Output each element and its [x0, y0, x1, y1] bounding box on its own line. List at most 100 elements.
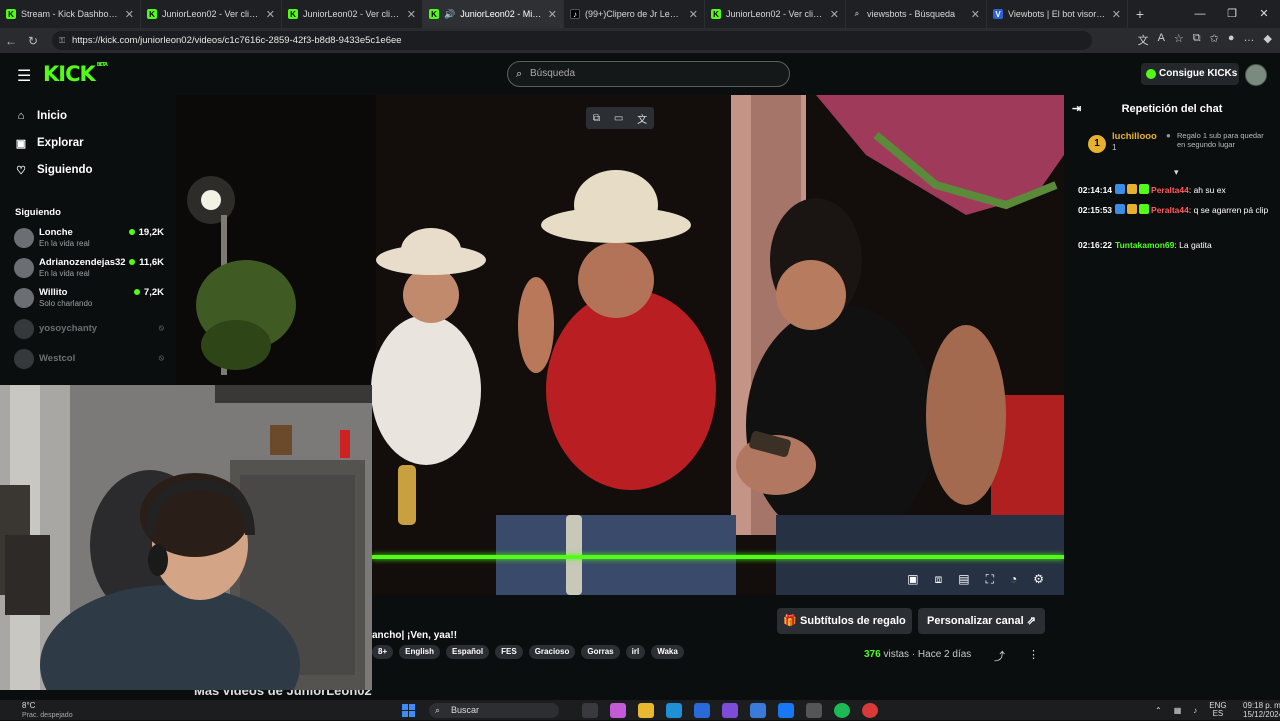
- tag[interactable]: Español: [446, 645, 490, 659]
- leaderboard-message: Regalo 1 sub para quedar en segundo luga…: [1166, 131, 1274, 149]
- kick-favicon-icon: K: [429, 9, 439, 19]
- microphone-icon[interactable]: ♪: [1193, 706, 1197, 715]
- kick-logo[interactable]: KICK BETA: [43, 62, 108, 86]
- task-view-icon[interactable]: [582, 703, 598, 718]
- url-field[interactable]: ⚿ https://kick.com/juniorleon02/videos/c1…: [52, 31, 1092, 50]
- user-avatar[interactable]: [1245, 64, 1267, 86]
- language-indicator[interactable]: ENG ES: [1209, 702, 1226, 718]
- following-channel-offline[interactable]: yosoychanty ⦸: [14, 316, 164, 342]
- mail-icon[interactable]: [750, 703, 766, 718]
- collapse-chat-icon[interactable]: ⇥: [1072, 95, 1081, 123]
- settings-app-icon[interactable]: [806, 703, 822, 718]
- search-favicon-icon: ⌕: [854, 9, 860, 18]
- favorites-icon[interactable]: ✩: [1210, 32, 1219, 48]
- close-tab-icon[interactable]: ✕: [830, 8, 839, 21]
- facebook-icon[interactable]: [778, 703, 794, 718]
- system-tray: ⌃ ▦ ♪ ENG ES: [1155, 702, 1227, 718]
- file-explorer-icon[interactable]: [638, 703, 654, 718]
- fullscreen-icon[interactable]: ⛶: [986, 572, 994, 587]
- copilot-app-icon[interactable]: [610, 703, 626, 718]
- player-controls: ▣ ⧈ ▤ ⛶ ◔ ⚙: [907, 572, 1044, 587]
- playback-speed-icon[interactable]: ◔: [1010, 572, 1017, 587]
- tag[interactable]: Gorras: [581, 645, 620, 659]
- close-tab-icon[interactable]: ✕: [266, 8, 275, 21]
- pip-icon[interactable]: ⧉: [593, 113, 600, 124]
- window-controls: — ❐ ✕: [1184, 0, 1280, 28]
- minimize-icon[interactable]: —: [1184, 0, 1216, 28]
- extensions-icon[interactable]: ⧉: [1193, 32, 1201, 48]
- browser-tab[interactable]: ♪(99+)Clipero de Jr Leon (@cli✕: [564, 0, 705, 28]
- system-clock[interactable]: 09:18 p. m. 15/12/2024: [1243, 701, 1280, 719]
- tag[interactable]: 8+: [372, 645, 394, 659]
- profile-icon[interactable]: ●: [1228, 32, 1235, 48]
- browser-tab[interactable]: K Stream - Kick Dashboard ✕: [0, 0, 141, 28]
- more-icon[interactable]: …: [1244, 32, 1255, 48]
- gift-leaderboard[interactable]: 1 luchillooo 1 Regalo 1 sub para quedar …: [1088, 131, 1274, 165]
- read-aloud-icon[interactable]: A: [1158, 32, 1165, 48]
- tag[interactable]: irl: [625, 645, 646, 659]
- translate-video-icon[interactable]: 文: [637, 111, 647, 126]
- following-channel[interactable]: Willito Solo charlando 7,2K: [14, 285, 164, 311]
- close-tab-icon[interactable]: ✕: [971, 8, 980, 21]
- miniplayer-icon[interactable]: ▣: [907, 572, 918, 587]
- taskbar-search[interactable]: ⌕ Buscar: [429, 703, 559, 718]
- store-icon[interactable]: [694, 703, 710, 718]
- windows-start-icon[interactable]: [402, 704, 415, 717]
- close-tab-icon[interactable]: ✕: [407, 8, 416, 21]
- weather-widget[interactable]: 8°C Prac. despejado: [22, 701, 73, 721]
- following-channel[interactable]: Adrianozendejas32 En la vida real 11,6K: [14, 255, 164, 281]
- close-tab-icon[interactable]: ✕: [1112, 8, 1121, 21]
- close-tab-icon[interactable]: ✕: [125, 8, 134, 21]
- nav-siguiendo[interactable]: ♡ Siguiendo: [15, 160, 93, 180]
- instagram-icon[interactable]: [722, 703, 738, 718]
- nav-explorar[interactable]: ▣ Explorar: [15, 133, 84, 153]
- back-icon[interactable]: ←: [0, 34, 22, 48]
- close-window-icon[interactable]: ✕: [1248, 0, 1280, 28]
- close-tab-icon[interactable]: ✕: [548, 8, 557, 21]
- new-tab-icon[interactable]: +: [1128, 6, 1152, 22]
- search-input[interactable]: ⌕ Búsqueda: [507, 61, 790, 87]
- share-icon[interactable]: ⤴: [994, 648, 1005, 664]
- clip-icon[interactable]: ⧈: [935, 572, 943, 587]
- copilot-icon[interactable]: ◆: [1264, 32, 1272, 48]
- get-kicks-button[interactable]: Consigue KICKs: [1141, 63, 1239, 85]
- offline-icon: ⦸: [158, 353, 164, 362]
- close-tab-icon[interactable]: ✕: [689, 8, 698, 21]
- chat-message: 02:15:53 Peralta44: q se agarren pá clip: [1078, 204, 1269, 215]
- edge-icon[interactable]: [666, 703, 682, 718]
- customize-channel-button[interactable]: Personalizar canal ⇗: [918, 608, 1045, 634]
- following-channel[interactable]: Lonche En la vida real 19,2K: [14, 225, 164, 251]
- following-channel-offline[interactable]: Westcol ⦸: [14, 346, 164, 372]
- network-icon[interactable]: ▦: [1174, 706, 1182, 715]
- maximize-icon[interactable]: ❐: [1216, 0, 1248, 28]
- crown-badge-icon: [1127, 204, 1138, 214]
- capture-icon[interactable]: ▭: [614, 113, 623, 124]
- browser-tab[interactable]: ⌕ viewsbots - Búsqueda ✕: [846, 0, 987, 28]
- tray-chevron-icon[interactable]: ⌃: [1155, 706, 1162, 715]
- site-info-icon[interactable]: ⚿: [59, 31, 65, 50]
- browser-tab[interactable]: KJuniorLeon02 - Ver clips en Kick✕: [141, 0, 282, 28]
- settings-gear-icon[interactable]: ⚙: [1033, 572, 1044, 587]
- video-progress-bar[interactable]: [372, 555, 1064, 559]
- tag[interactable]: FES: [495, 645, 523, 659]
- tag[interactable]: Gracioso: [528, 645, 576, 659]
- speaker-icon[interactable]: 🔊: [444, 9, 455, 20]
- browser-tab-active[interactable]: K🔊JuniorLeon02 - Mira el VOD✕: [423, 0, 564, 28]
- reload-icon[interactable]: ↻: [22, 34, 44, 48]
- tag[interactable]: Waka: [651, 645, 684, 659]
- app-icon[interactable]: [862, 703, 878, 718]
- theater-mode-icon[interactable]: ▤: [958, 572, 969, 587]
- gift-subs-button[interactable]: 🎁 Subtítulos de regalo: [777, 608, 912, 634]
- tag[interactable]: English: [399, 645, 441, 659]
- translate-icon[interactable]: 文: [1138, 32, 1149, 48]
- browser-tab[interactable]: KJuniorLeon02 - Ver clips en Kick✕: [282, 0, 423, 28]
- favorite-star-icon[interactable]: ☆: [1174, 32, 1184, 48]
- nav-inicio[interactable]: ⌂ Inicio: [15, 106, 67, 126]
- more-options-icon[interactable]: ⋮: [1028, 648, 1039, 661]
- browser-tab[interactable]: VViewbots | El bot visor #1 de✕: [987, 0, 1128, 28]
- expand-chevron-icon[interactable]: ▾: [1174, 167, 1179, 178]
- kicks-coin-icon: [1146, 69, 1156, 79]
- browser-tab[interactable]: KJuniorLeon02 - Ver clips en Kick✕: [705, 0, 846, 28]
- menu-icon[interactable]: ☰: [17, 66, 31, 86]
- spotify-icon[interactable]: [834, 703, 850, 718]
